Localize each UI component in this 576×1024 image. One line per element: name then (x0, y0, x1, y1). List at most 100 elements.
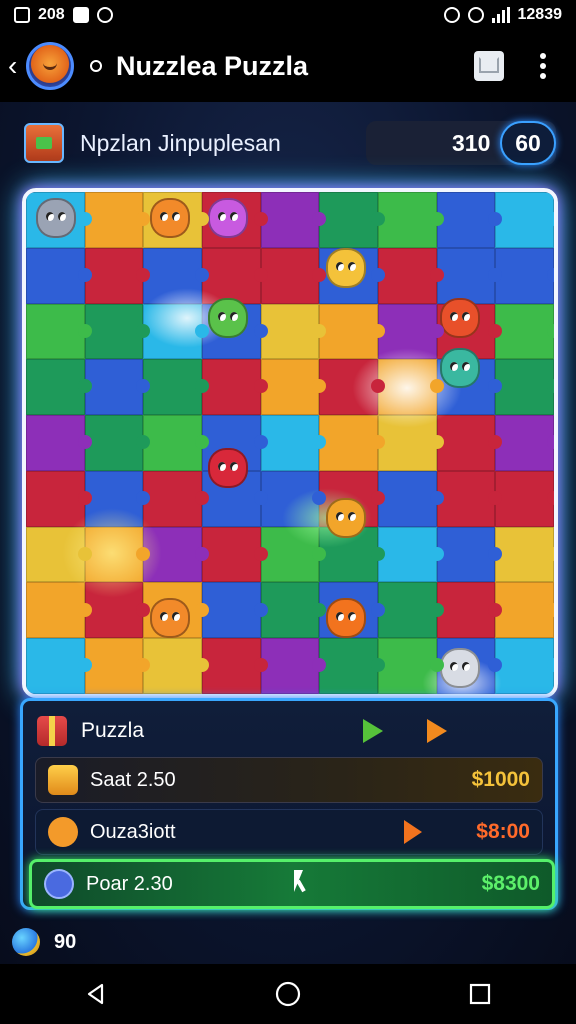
puzzle-piece[interactable] (26, 470, 92, 527)
puzzle-piece[interactable] (495, 638, 554, 694)
puzzle-piece[interactable] (84, 638, 150, 694)
puzzle-piece[interactable] (84, 303, 150, 360)
creature-icon[interactable] (150, 598, 190, 638)
puzzle-piece[interactable] (26, 303, 92, 360)
more-vert-icon[interactable] (540, 53, 546, 79)
puzzle-piece[interactable] (143, 359, 209, 416)
puzzle-piece[interactable] (436, 470, 502, 527)
puzzle-piece[interactable] (260, 247, 326, 304)
puzzle-piece[interactable] (260, 192, 326, 248)
puzzle-piece[interactable] (26, 415, 92, 471)
puzzle-piece[interactable] (202, 247, 268, 304)
puzzle-piece[interactable] (84, 192, 150, 248)
puzzle-piece[interactable] (378, 192, 444, 248)
puzzle-board[interactable] (22, 188, 558, 698)
nav-back-icon[interactable] (76, 974, 116, 1014)
puzzle-piece[interactable] (436, 526, 502, 583)
play-icon[interactable] (404, 820, 423, 844)
treasure-chest-icon[interactable] (24, 123, 64, 163)
creature-icon[interactable] (326, 248, 366, 288)
puzzle-piece[interactable] (495, 359, 554, 416)
puzzle-piece[interactable] (202, 582, 268, 639)
creature-icon[interactable] (326, 498, 366, 538)
creature-icon[interactable] (440, 298, 480, 338)
puzzle-piece[interactable] (202, 526, 268, 583)
puzzle-piece[interactable] (84, 415, 150, 471)
puzzle-piece[interactable] (495, 415, 554, 471)
puzzle-piece[interactable] (260, 359, 326, 416)
puzzle-piece[interactable] (319, 303, 385, 360)
puzzle-piece[interactable] (319, 192, 385, 248)
puzzle-piece[interactable] (260, 526, 326, 583)
puzzle-piece[interactable] (84, 470, 150, 527)
puzzle-piece[interactable] (378, 415, 444, 471)
screenshot-icon (14, 7, 30, 23)
creature-icon[interactable] (440, 648, 480, 688)
creature-icon[interactable] (440, 348, 480, 388)
puzzle-piece[interactable] (84, 247, 150, 304)
nav-home-icon[interactable] (268, 974, 308, 1014)
puzzle-piece[interactable] (143, 638, 209, 694)
puzzle-piece[interactable] (260, 638, 326, 694)
puzzle-piece[interactable] (436, 192, 502, 248)
puzzle-piece[interactable] (495, 526, 554, 583)
creature-icon[interactable] (326, 598, 366, 638)
creature-icon[interactable] (150, 198, 190, 238)
puzzle-piece[interactable] (495, 192, 554, 248)
creature-icon[interactable] (208, 448, 248, 488)
puzzle-piece[interactable] (378, 359, 444, 416)
app-title: Nuzzlea Puzzla (116, 50, 309, 81)
puzzle-piece[interactable] (260, 415, 326, 471)
puzzle-piece[interactable] (260, 303, 326, 360)
system-nav-bar (0, 964, 576, 1024)
creature-icon[interactable] (36, 198, 76, 238)
puzzle-piece[interactable] (143, 247, 209, 304)
puzzle-piece[interactable] (378, 247, 444, 304)
puzzle-piece[interactable] (319, 638, 385, 694)
puzzle-piece[interactable] (495, 247, 554, 304)
signal-icon (491, 7, 510, 23)
puzzle-piece[interactable] (143, 526, 209, 583)
puzzle-piece[interactable] (26, 526, 92, 583)
puzzle-piece[interactable] (143, 303, 209, 360)
option-row[interactable]: Ouza3iott $8:00 (35, 809, 543, 855)
puzzle-piece[interactable] (378, 470, 444, 527)
puzzle-piece[interactable] (378, 303, 444, 360)
nav-recents-icon[interactable] (460, 974, 500, 1014)
puzzle-piece[interactable] (436, 247, 502, 304)
puzzle-piece[interactable] (26, 359, 92, 416)
puzzle-piece[interactable] (260, 582, 326, 639)
play-icon[interactable] (427, 719, 447, 743)
puzzle-piece[interactable] (495, 582, 554, 639)
puzzle-piece[interactable] (319, 415, 385, 471)
option-row-selected[interactable]: Poar 2.30 $8300 (29, 859, 555, 909)
game-area: Npzlan Jinpuplesan 310 60 Puzzla Saat 2.… (0, 102, 576, 964)
puzzle-piece[interactable] (319, 359, 385, 416)
puzzle-piece[interactable] (260, 470, 326, 527)
puzzle-piece[interactable] (26, 638, 92, 694)
puzzle-piece[interactable] (495, 303, 554, 360)
puzzle-piece[interactable] (202, 359, 268, 416)
puzzle-piece[interactable] (84, 582, 150, 639)
puzzle-piece[interactable] (202, 638, 268, 694)
puzzle-piece[interactable] (143, 470, 209, 527)
option-row[interactable]: Saat 2.50 $1000 (35, 757, 543, 803)
puzzle-piece[interactable] (378, 526, 444, 583)
creature-icon[interactable] (208, 298, 248, 338)
play-icon[interactable] (363, 719, 383, 743)
avatar[interactable] (26, 42, 74, 90)
puzzle-piece[interactable] (495, 470, 554, 527)
chevron-left-icon[interactable]: ‹ (8, 50, 26, 82)
puzzle-piece[interactable] (378, 582, 444, 639)
mail-icon[interactable] (474, 51, 504, 81)
puzzle-piece[interactable] (26, 247, 92, 304)
creature-icon[interactable] (208, 198, 248, 238)
options-panel: Puzzla Saat 2.50 $1000 Ouza3iott $8:00 P… (20, 698, 558, 910)
puzzle-piece[interactable] (84, 359, 150, 416)
puzzle-piece[interactable] (436, 582, 502, 639)
puzzle-piece[interactable] (436, 415, 502, 471)
puzzle-piece[interactable] (378, 638, 444, 694)
puzzle-piece[interactable] (84, 526, 150, 583)
puzzle-piece[interactable] (143, 415, 209, 471)
puzzle-piece[interactable] (26, 582, 92, 639)
